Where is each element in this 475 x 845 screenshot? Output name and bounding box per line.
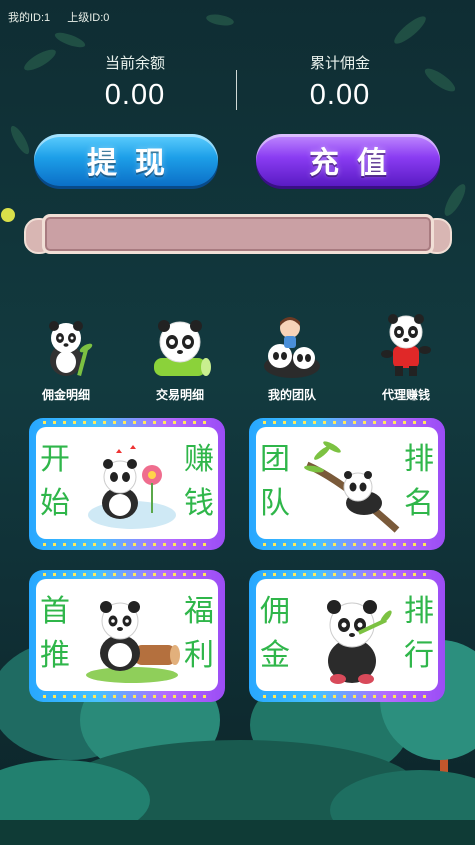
card-inner: 开 始 赚 钱 xyxy=(36,427,218,539)
card-char: 始 xyxy=(40,486,70,521)
panda-bamboo-icon xyxy=(11,312,121,380)
menu-label-commission-detail: 佣金明细 xyxy=(41,388,90,402)
card-char: 首 xyxy=(40,594,70,629)
id-bar: 我的ID:1 上级ID:0 xyxy=(8,9,123,25)
card-inner: 首 推 福 利 xyxy=(36,579,218,691)
panda-branch-icon xyxy=(304,441,400,533)
card-start-earning[interactable]: 开 始 赚 钱 xyxy=(29,418,225,550)
menu-label-my-team: 我的团队 xyxy=(267,388,316,402)
card-char: 福 xyxy=(184,594,214,629)
stats-panel: 当前余额 0.00 累计佣金 0.00 xyxy=(0,52,475,114)
balance-value: 0.00 xyxy=(104,79,166,111)
menu-item-my-team[interactable]: 我的团队 xyxy=(237,312,347,403)
card-char: 开 xyxy=(40,442,70,477)
menu-item-trade-detail[interactable]: 交易明细 xyxy=(125,312,235,403)
card-inner: 团 队 排 名 xyxy=(256,427,438,539)
card-commission-ranking[interactable]: 佣 金 排 行 xyxy=(249,570,445,702)
panda-shirt-icon xyxy=(351,312,461,380)
card-char: 利 xyxy=(184,638,214,673)
balance-stat: 当前余额 0.00 xyxy=(40,52,230,112)
card-char: 团 xyxy=(260,442,290,477)
card-inner: 佣 金 排 行 xyxy=(256,579,438,691)
withdraw-button[interactable]: 提现 xyxy=(34,134,218,186)
commission-stat: 累计佣金 0.00 xyxy=(245,52,435,112)
card-char: 金 xyxy=(260,638,290,673)
panda-team-icon xyxy=(237,312,347,380)
panda-bamboo-eat-icon xyxy=(327,600,392,684)
menu-label-agent-earn: 代理赚钱 xyxy=(381,388,430,402)
panda-flower-icon xyxy=(88,445,176,529)
my-id: 我的ID:1 xyxy=(8,12,51,24)
card-first-referral-bonus[interactable]: 首 推 福 利 xyxy=(29,570,225,702)
notice-banner xyxy=(24,210,452,258)
card-top-lights xyxy=(263,573,431,576)
menu-label-trade-detail: 交易明细 xyxy=(155,388,204,402)
card-bottom-lights xyxy=(263,543,431,546)
card-char: 排 xyxy=(404,442,434,477)
banner-body xyxy=(42,214,434,254)
recharge-button[interactable]: 充值 xyxy=(256,134,440,186)
card-top-lights xyxy=(43,421,211,424)
commission-value: 0.00 xyxy=(309,79,371,111)
card-bottom-lights xyxy=(43,543,211,546)
parent-id: 上级ID:0 xyxy=(67,12,110,24)
menu-item-agent-earn[interactable]: 代理赚钱 xyxy=(351,312,461,403)
card-char: 名 xyxy=(404,486,434,521)
card-char: 队 xyxy=(260,486,290,521)
card-bottom-lights xyxy=(43,695,211,698)
card-char: 排 xyxy=(404,594,434,629)
card-char: 推 xyxy=(40,638,70,673)
commission-label: 累计佣金 xyxy=(309,55,370,72)
card-char: 赚 xyxy=(184,442,214,477)
stats-divider xyxy=(236,70,237,110)
card-char: 行 xyxy=(404,638,434,673)
card-team-ranking[interactable]: 团 队 排 名 xyxy=(249,418,445,550)
card-bottom-lights xyxy=(263,695,431,698)
panda-log-icon xyxy=(125,312,235,380)
card-char: 佣 xyxy=(260,594,290,629)
menu-item-commission-detail[interactable]: 佣金明细 xyxy=(11,312,121,403)
balance-label: 当前余额 xyxy=(104,55,165,72)
panda-log-sit-icon xyxy=(86,601,180,683)
card-char: 钱 xyxy=(184,486,214,521)
card-top-lights xyxy=(263,421,431,424)
card-top-lights xyxy=(43,573,211,576)
